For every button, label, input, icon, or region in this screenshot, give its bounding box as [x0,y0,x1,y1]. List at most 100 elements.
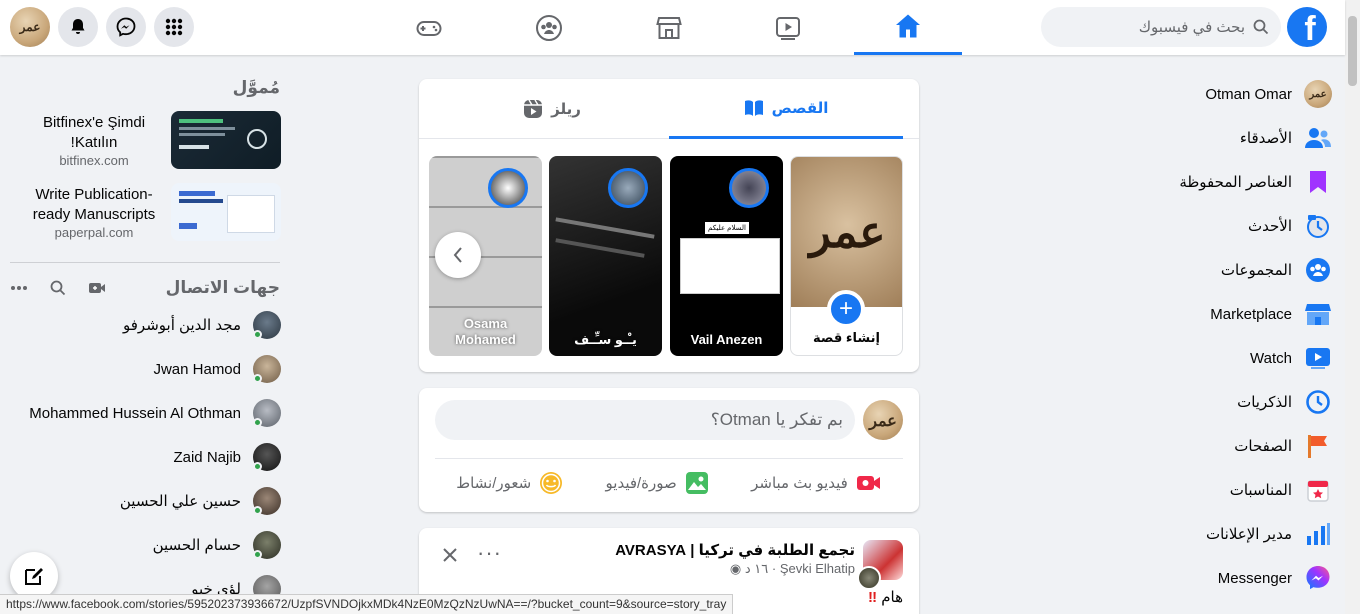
more-options-icon[interactable] [10,285,28,291]
close-icon[interactable] [441,546,459,564]
contact-name: حسام الحسين [152,537,241,554]
right-sidebar: مُموَّل Bitfinex'e Şimdi Katılın! bitfin… [0,72,290,611]
home-icon [896,14,920,38]
contact-name: Jwan Hamod [153,360,241,378]
menu-button[interactable] [154,7,194,47]
online-indicator [253,506,262,515]
sponsored-heading: مُموَّل [232,78,280,97]
story-card[interactable]: يـْـو سـِّـف [549,156,662,356]
action-label: شعور/نشاط [456,474,532,492]
ad-image-bar [179,119,223,123]
sponsored-ad-bitfinex[interactable]: Bitfinex'e Şimdi Katılın! bitfinex.com [0,104,290,176]
contact-avatar [253,355,281,383]
tab-stories[interactable]: القصص [669,79,903,139]
contact-avatar [253,443,281,471]
contact-name: Mohammed Hussein Al Othman [29,404,241,422]
post-group-title[interactable]: تجمع الطلبة في تركيا | AVRASYA [615,541,855,559]
post-time[interactable]: ١٦ د [745,561,768,576]
nav-item-saved[interactable]: العناصر المحفوظة [1010,160,1340,204]
page-scrollbar[interactable] [1345,0,1360,614]
contact-name: مجد الدين أبوشرفو [123,317,241,334]
nav-item-label: المجموعات [1220,262,1292,279]
nav-item-friends[interactable]: الأصدقاء [1010,116,1340,160]
feeling-activity-button[interactable]: شعور/نشاط [456,471,563,495]
tab-gaming[interactable] [375,0,483,55]
composer-avatar[interactable]: عمر [863,400,903,440]
events-icon [1304,476,1332,504]
new-message-button[interactable] [10,552,58,600]
nav-item-marketplace[interactable]: Marketplace [1010,292,1340,336]
contact-item[interactable]: مجد الدين أبوشرفو [0,303,290,347]
author-avatar[interactable] [857,566,881,590]
more-options-icon[interactable]: ··· [477,542,502,564]
messenger-button[interactable] [106,7,146,47]
contact-item[interactable]: Jwan Hamod [0,347,290,391]
contact-item[interactable]: Mohammed Hussein Al Othman [0,391,290,435]
live-video-button[interactable]: فيديو بث مباشر [751,473,882,493]
stories-next-button[interactable] [435,232,481,278]
photo-video-button[interactable]: صورة/فيديو [606,471,709,495]
ad-image [171,111,281,169]
contact-avatar [253,399,281,427]
nav-item-watch[interactable]: Watch [1010,336,1340,380]
nav-item-feeds[interactable]: الأحدث [1010,204,1340,248]
contact-item[interactable]: Zaid Najib [0,435,290,479]
tab-watch[interactable] [734,0,842,55]
online-indicator [253,418,262,427]
groups-icon [1304,256,1332,284]
sponsored-ad-paperpal[interactable]: Write Publication-ready Manuscripts pape… [0,176,290,248]
nav-item-pages[interactable]: الصفحات [1010,424,1340,468]
nav-item-messenger[interactable]: Messenger [1010,556,1340,600]
contact-avatar [253,531,281,559]
story-card[interactable]: السلام عليكم Vail Anezen [670,156,783,356]
search-input[interactable]: بحث في فيسبوك [1041,7,1281,47]
ad-site: bitfinex.com [59,152,129,168]
tab-groups[interactable] [495,0,603,55]
ad-image-line [179,199,223,203]
nav-item-groups[interactable]: المجموعات [1010,248,1340,292]
bell-icon [71,19,85,34]
story-paper-line [555,217,655,239]
nav-item-events[interactable]: المناسبات [1010,468,1340,512]
nav-item-ads-manager[interactable]: مدير الإعلانات [1010,512,1340,556]
online-indicator [253,374,262,383]
messenger-icon [116,17,136,37]
stories-tabs: القصص ريلز [419,79,919,139]
tab-label: القصص [771,99,829,117]
facebook-logo[interactable]: f [1287,7,1327,47]
contact-avatar [253,487,281,515]
logo-letter: f [1304,10,1316,47]
memories-icon [1304,388,1332,416]
ad-image-button [179,223,197,229]
ad-title: Bitfinex'e Şimdi Katılın! [42,113,146,151]
post-author[interactable]: Şevki Elhatip [780,561,855,576]
action-label: صورة/فيديو [605,474,677,492]
create-story-card[interactable]: عمر + إنشاء قصة [790,156,903,356]
ad-site: paperpal.com [54,224,134,240]
story-paper-line [555,238,645,258]
nav-item-label: المناسبات [1229,482,1292,499]
watch-icon [776,16,800,40]
nav-item-memories[interactable]: الذكريات [1010,380,1340,424]
story-author-avatar [729,168,769,208]
add-story-plus-icon: + [827,290,865,328]
grid-menu-icon [165,18,183,36]
contact-item[interactable]: حسين علي الحسين [0,479,290,523]
section-divider [10,262,280,263]
nav-item-profile[interactable]: عمر Otman Omar [1010,72,1340,116]
contacts-header: جهات الاتصال [0,273,290,303]
composer-input[interactable]: بم تفكر يا Otman؟ [435,400,855,440]
search-icon[interactable] [50,280,66,296]
post-meta: Şevki Elhatip · ١٦ د ◉ [730,561,855,577]
contacts-heading: جهات الاتصال [165,278,280,297]
new-room-video-icon[interactable] [88,281,106,295]
account-avatar[interactable]: عمر [10,7,50,47]
tab-reels[interactable]: ريلز [435,79,669,139]
stories-card: القصص ريلز عمر + إنشاء قصة السلام عليكم … [419,79,919,372]
notifications-button[interactable] [58,7,98,47]
action-label: فيديو بث مباشر [751,474,848,492]
tab-home[interactable] [854,0,962,55]
scrollbar-thumb[interactable] [1348,16,1357,86]
tab-marketplace[interactable] [615,0,723,55]
contact-name: Zaid Najib [173,448,241,466]
